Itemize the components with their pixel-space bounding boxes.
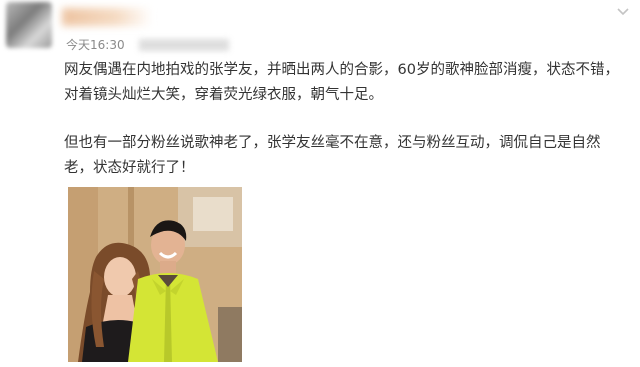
photo-illustration <box>68 187 242 362</box>
post-photo[interactable] <box>68 187 242 362</box>
avatar[interactable] <box>6 2 52 48</box>
post-timestamp[interactable]: 今天16:30 <box>66 36 125 53</box>
post-paragraph-1: 网友偶遇在内地拍戏的张学友，并晒出两人的合影，60岁的歌神脸部消瘦，状态不错，对… <box>64 62 619 103</box>
post-content: 网友偶遇在内地拍戏的张学友，并晒出两人的合影，60岁的歌神脸部消瘦，状态不错，对… <box>64 58 624 181</box>
chevron-down-icon[interactable] <box>616 4 630 18</box>
post-paragraph-2: 但也有一部分粉丝说歌神老了，张学友丝毫不在意，还与粉丝互动，调侃自己是自然老，状… <box>64 135 601 176</box>
weibo-post: 今天16:30 网友偶遇在内地拍戏的张学友，并晒出两人的合影，60岁的歌神脸部消… <box>0 0 640 367</box>
post-meta: 今天16:30 <box>66 36 229 53</box>
username-blurred[interactable] <box>62 8 152 26</box>
post-source-blurred <box>138 38 229 51</box>
